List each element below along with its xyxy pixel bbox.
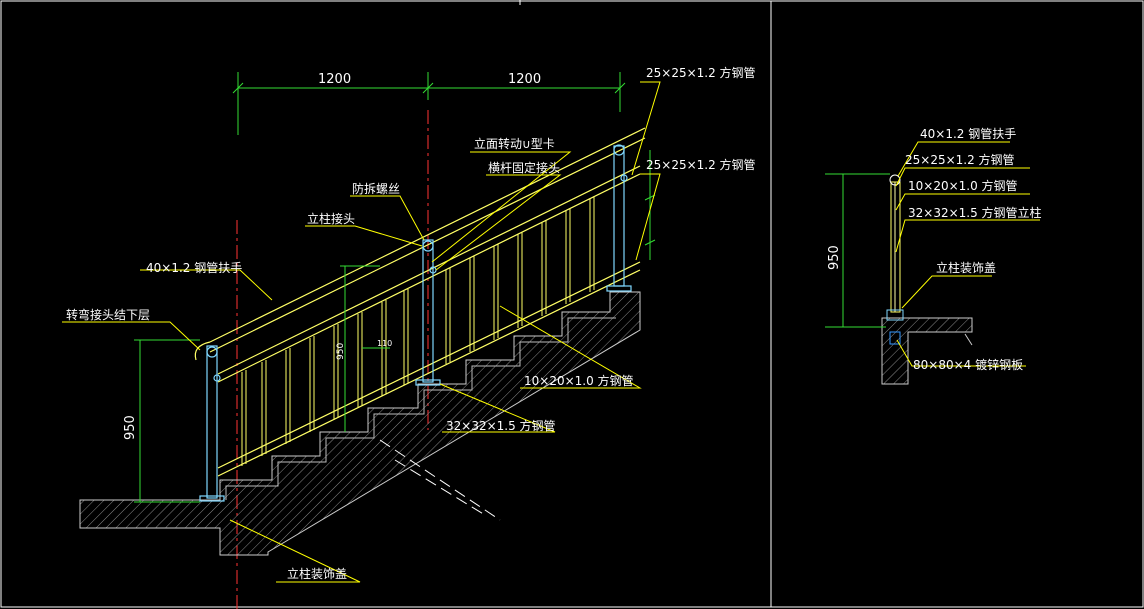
dim-950-left: 950 [123, 415, 138, 440]
section-label-tube-25: 25×25×1.2 方钢管 [905, 152, 1015, 167]
label-elbow-joint: 转弯接头结下层 [66, 307, 150, 322]
label-tube-10x20: 10×20×1.0 方钢管 [524, 373, 634, 388]
section-label-post-32x32: 32×32×1.5 方钢管立柱 [908, 205, 1042, 220]
section-dim-950: 950 [827, 245, 842, 270]
label-post-joint: 立柱接头 [307, 211, 355, 226]
cad-drawing-canvas: 1200 1200 950 950 110 25×25×1.2 方钢管 25×2… [0, 0, 1144, 609]
section-label-tube-10x20: 10×20×1.0 方钢管 [908, 178, 1018, 193]
elevation-view: 1200 1200 950 950 110 25×25×1.2 方钢管 25×2… [62, 65, 756, 609]
dim-top [232, 72, 626, 135]
cad-drawing: 1200 1200 950 950 110 25×25×1.2 方钢管 25×2… [0, 0, 1144, 609]
dim-1200-left: 1200 [318, 72, 351, 87]
stair-concrete [79, 291, 641, 556]
section-label-base-plate: 80×80×4 镀锌钢板 [913, 358, 1023, 372]
section-label-post-cover: 立柱装饰盖 [936, 260, 996, 275]
dim-110: 110 [377, 339, 392, 348]
dim-950-post: 950 [336, 343, 346, 360]
label-tube-25-mid: 25×25×1.2 方钢管 [646, 157, 756, 172]
label-handrail-40: 40×1.2 钢管扶手 [146, 260, 242, 275]
label-post-cover: 立柱装饰盖 [287, 566, 347, 581]
dim-1200-right: 1200 [508, 72, 541, 87]
label-tube-25-top: 25×25×1.2 方钢管 [646, 65, 756, 80]
label-tube-32x32: 32×32×1.5 方钢管 [446, 418, 556, 433]
section-view: 950 40×1.2 钢管扶手 25×25×1.2 方钢管 10×20×1.0 … [825, 126, 1042, 385]
label-anti-loose-screw: 防拆螺丝 [352, 181, 400, 196]
section-label-handrail-40: 40×1.2 钢管扶手 [920, 126, 1016, 141]
label-rotating-clip: 立面转动∪型卡 [474, 136, 555, 151]
label-rail-joint: 横杆固定接头 [488, 160, 560, 175]
